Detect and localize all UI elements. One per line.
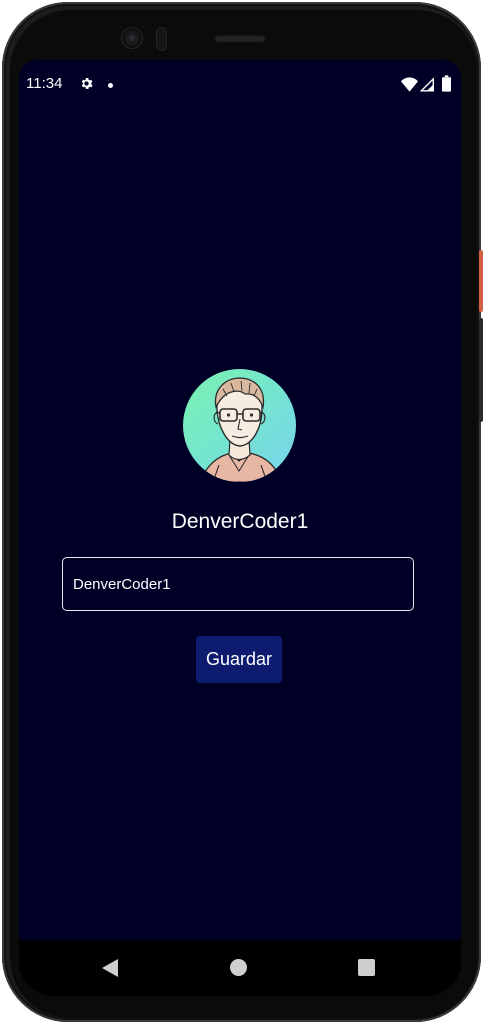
earpiece-speaker bbox=[214, 34, 266, 42]
home-icon[interactable] bbox=[230, 959, 247, 976]
profile-username: DenverCoder1 bbox=[171, 510, 309, 533]
status-time: 11:34 bbox=[26, 75, 63, 92]
recents-icon[interactable] bbox=[358, 959, 375, 976]
power-button[interactable] bbox=[479, 250, 483, 312]
status-bar: 11:34 bbox=[19, 60, 461, 110]
cell-signal-icon bbox=[420, 77, 434, 92]
app-screen: 11:34 DenverCoder1 DenverCoder1 Guardar bbox=[19, 60, 461, 996]
settings-gear-icon bbox=[81, 78, 93, 89]
front-camera-icon bbox=[122, 28, 142, 48]
volume-rocker[interactable] bbox=[479, 318, 483, 422]
notification-dot-icon bbox=[108, 83, 113, 88]
save-button[interactable]: Guardar bbox=[196, 636, 282, 683]
back-icon[interactable] bbox=[102, 959, 118, 977]
phone-device: 11:34 DenverCoder1 DenverCoder1 Guardar bbox=[0, 0, 483, 1024]
username-input[interactable] bbox=[62, 557, 414, 611]
wifi-icon bbox=[401, 77, 418, 92]
avatar bbox=[183, 369, 296, 482]
avatar-portrait-icon bbox=[200, 377, 282, 482]
navigation-bar bbox=[19, 940, 461, 996]
battery-icon bbox=[442, 75, 451, 92]
proximity-sensor bbox=[157, 28, 166, 50]
